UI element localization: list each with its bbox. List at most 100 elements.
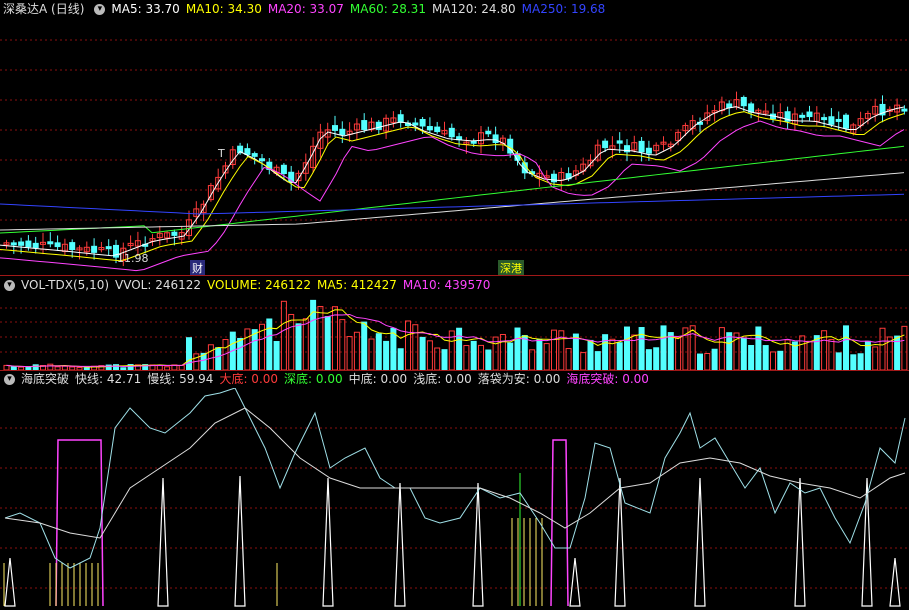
event-badge-finance[interactable]: 财 bbox=[190, 260, 205, 276]
candle bbox=[799, 114, 806, 118]
haidi-indicator-4: 中底: 0.00 bbox=[348, 372, 408, 386]
candle bbox=[448, 127, 455, 138]
volume-bar bbox=[215, 347, 222, 370]
candle bbox=[375, 121, 382, 130]
volume-indicator-0: VVOL: 246122 bbox=[115, 278, 202, 292]
volume-bar bbox=[879, 327, 886, 370]
candle bbox=[280, 164, 287, 175]
volume-bar bbox=[478, 344, 484, 370]
volume-bar bbox=[572, 333, 579, 370]
candle bbox=[91, 245, 98, 253]
volume-bar bbox=[346, 336, 353, 370]
volume-bar bbox=[660, 325, 667, 370]
volume-bar bbox=[302, 318, 309, 370]
price-indicator-2: MA20: 33.07 bbox=[267, 2, 344, 16]
haidi-header: ▾ 海底突破 快线: 42.71 慢线: 59.94 大底: 0.00 深底: 0.00 中… bbox=[0, 370, 909, 388]
volume-indicator-2: MA5: 412427 bbox=[316, 278, 397, 292]
haidi-indicator-7: 海底突破: 0.00 bbox=[566, 372, 649, 386]
bottom-spike bbox=[889, 557, 901, 607]
ma-legend: MA5: 33.70 MA10: 34.30 MA20: 33.07 MA60: 28… bbox=[111, 2, 611, 16]
candle bbox=[361, 120, 368, 130]
candle bbox=[251, 153, 258, 157]
fast-line bbox=[4, 388, 906, 569]
price-indicator-1: MA10: 34.30 bbox=[185, 2, 262, 16]
volume-bar bbox=[718, 327, 725, 370]
volume-bar bbox=[419, 336, 426, 370]
collapse-icon[interactable]: ▾ bbox=[94, 4, 106, 15]
volume-bar bbox=[441, 349, 448, 370]
volume-bar bbox=[273, 341, 280, 370]
volume-bar bbox=[726, 332, 733, 370]
volume-bar bbox=[616, 342, 623, 370]
volume-bar bbox=[602, 334, 609, 370]
volume-bar bbox=[675, 336, 682, 370]
haidi-indicator-6: 落袋为安: 0.00 bbox=[477, 372, 561, 386]
candle bbox=[806, 111, 813, 118]
candle bbox=[171, 231, 178, 236]
haidi-title: 海底突破 bbox=[21, 372, 70, 386]
bottom-spike bbox=[322, 477, 334, 607]
volume-bar bbox=[280, 300, 287, 370]
haidi-indicator-chart[interactable] bbox=[0, 388, 909, 610]
volume-bar bbox=[711, 348, 718, 370]
candle bbox=[551, 173, 557, 183]
candle bbox=[18, 241, 25, 246]
volume-bar bbox=[521, 335, 528, 370]
volume-bar bbox=[828, 339, 835, 370]
volume-bar bbox=[383, 340, 390, 370]
haidi-indicator-2: 大底: 0.00 bbox=[219, 372, 279, 386]
candle bbox=[10, 242, 17, 246]
bottom-spike bbox=[694, 477, 706, 607]
volume-bar bbox=[901, 325, 908, 370]
volume-bar bbox=[324, 316, 331, 370]
volume-indicator-1: VOLUME: 246122 bbox=[207, 278, 311, 292]
candle bbox=[492, 134, 499, 143]
collapse-icon[interactable]: ▾ bbox=[4, 374, 15, 385]
volume-bar bbox=[806, 340, 813, 370]
volume-bar bbox=[835, 352, 842, 370]
volume-chart[interactable] bbox=[0, 294, 909, 370]
volume-bar bbox=[667, 332, 674, 370]
volume-bar bbox=[405, 320, 411, 370]
volume-bar bbox=[755, 326, 762, 370]
haidi-indicator-1: 慢线: 59.94 bbox=[147, 372, 214, 386]
bottom-spike bbox=[234, 475, 246, 607]
candle bbox=[105, 246, 112, 250]
volume-bar bbox=[514, 327, 521, 370]
volume-bar bbox=[456, 327, 463, 370]
event-badge-shenzhen-hk[interactable]: 深港 bbox=[498, 260, 524, 276]
volume-bar bbox=[587, 339, 594, 370]
volume-bar bbox=[784, 339, 791, 370]
volume-bar bbox=[748, 345, 755, 370]
candle bbox=[419, 118, 426, 127]
price-header: 深桑达A (日线) ▾ MA5: 33.70 MA10: 34.30 MA20: 33.… bbox=[0, 0, 909, 18]
volume-bar bbox=[463, 345, 470, 370]
price-indicator-3: MA60: 28.31 bbox=[349, 2, 426, 16]
candle bbox=[901, 108, 908, 112]
collapse-icon[interactable]: ▾ bbox=[4, 280, 15, 291]
volume-bar bbox=[375, 333, 382, 370]
candle bbox=[616, 140, 623, 144]
bottom-spike bbox=[569, 557, 581, 607]
candle bbox=[332, 125, 338, 131]
candlestick-chart[interactable] bbox=[0, 18, 909, 276]
candle bbox=[47, 241, 54, 245]
volume-bar bbox=[470, 340, 477, 370]
candle bbox=[645, 147, 652, 154]
price-indicator-4: MA120: 24.80 bbox=[431, 2, 516, 16]
candle bbox=[412, 122, 419, 126]
candle bbox=[485, 130, 492, 135]
volume-bar bbox=[251, 329, 258, 370]
volume-bar bbox=[529, 349, 536, 370]
bottom-spike bbox=[157, 477, 169, 607]
volume-bar bbox=[397, 348, 404, 370]
volume-title: VOL-TDX(5,10) bbox=[21, 278, 110, 292]
volume-indicator-3: MA10: 439570 bbox=[402, 278, 491, 292]
volume-header: ▾ VOL-TDX(5,10) VVOL: 246122 VOLUME: 246122… bbox=[0, 276, 909, 294]
high-marker-label: T bbox=[218, 147, 225, 160]
volume-bar bbox=[843, 325, 849, 370]
candle bbox=[259, 158, 265, 162]
candle bbox=[828, 116, 835, 125]
candle bbox=[25, 240, 32, 248]
candle bbox=[843, 114, 849, 129]
